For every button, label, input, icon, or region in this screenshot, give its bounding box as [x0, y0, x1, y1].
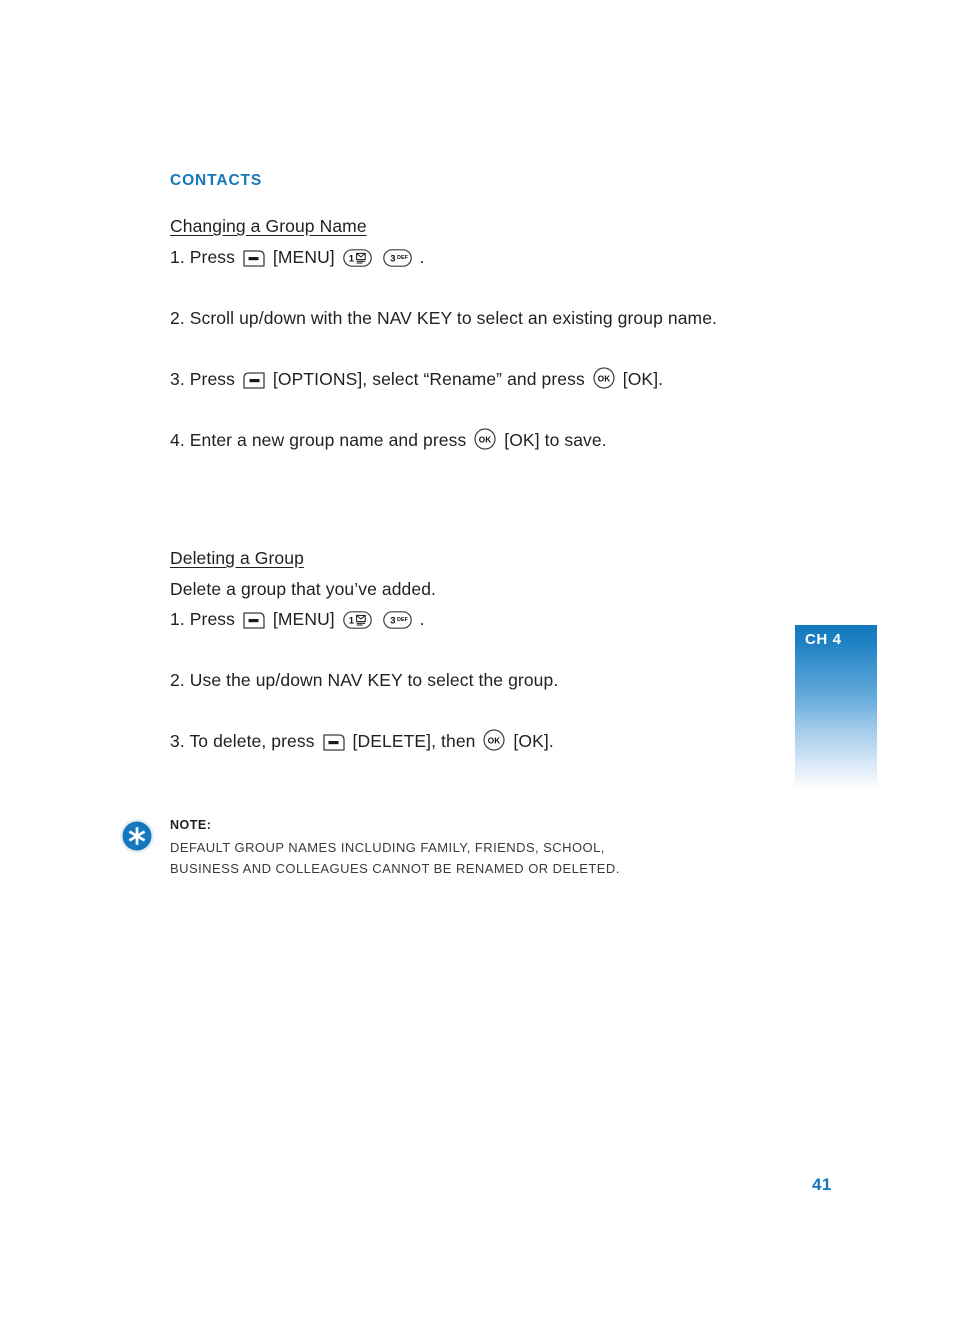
page-title: CONTACTS: [170, 172, 263, 189]
page-number: 41: [812, 1175, 832, 1194]
note-label: NOTE:: [170, 818, 212, 832]
softkey-left-icon: [322, 734, 345, 751]
keypad-1-voicemail-icon: 1: [342, 249, 372, 267]
svg-text:OK: OK: [488, 736, 500, 745]
svg-text:OK: OK: [479, 435, 491, 444]
keypad-1-voicemail-icon: 1: [342, 611, 372, 629]
svg-text:1: 1: [349, 616, 355, 627]
step-delete-step-3: 3. To delete, press [DELETE], then OK [O…: [170, 729, 554, 751]
svg-text:3: 3: [390, 254, 395, 265]
page-content: CONTACTS Changing a Group Name 1. Press […: [170, 172, 730, 756]
topics-list: Changing a Group Name 1. Press [MENU] 1 3…: [170, 216, 730, 756]
ok-key-icon: OK: [483, 729, 506, 751]
step-change-step-2: 2. Scroll up/down with the NAV KEY to se…: [170, 308, 718, 328]
chapter-tab: CH 4: [795, 625, 877, 790]
topic-section: Deleting a Group Delete a group that you’…: [170, 548, 730, 756]
note-text: DEFAULT GROUP NAMES INCLUDING FAMILY, FR…: [170, 840, 620, 876]
keypad-3-def-icon: 3 DEF: [382, 611, 412, 629]
step-delete-step-2: 2. Use the up/down NAV KEY to select the…: [170, 670, 559, 690]
topic-heading: Deleting a Group: [170, 548, 304, 568]
softkey-left-icon: [243, 250, 265, 267]
softkey-left-icon: [243, 612, 265, 629]
note-block: NOTE: DEFAULT GROUP NAMES INCLUDING FAMI…: [119, 818, 779, 879]
step-delete-step-1: 1. Press [MENU] 1 3 DEF .: [170, 609, 425, 629]
step-change-step-4: 4. Enter a new group name and press OK […: [170, 428, 607, 450]
svg-text:DEF: DEF: [397, 255, 409, 261]
ok-key-icon: OK: [593, 367, 615, 389]
step-change-step-3: 3. Press [OPTIONS], select “Rename” and …: [170, 367, 664, 389]
topic-heading: Changing a Group Name: [170, 216, 367, 236]
topic-intro: Delete a group that you’ve added.: [170, 579, 436, 599]
keypad-3-def-icon: 3 DEF: [382, 249, 412, 267]
step-change-step-1: 1. Press [MENU] 1 3 DEF .: [170, 247, 425, 267]
asterisk-badge-icon: [119, 818, 155, 854]
svg-text:OK: OK: [598, 374, 610, 383]
softkey-right-icon: [243, 372, 265, 389]
svg-text:1: 1: [349, 254, 355, 265]
svg-text:DEF: DEF: [397, 617, 409, 623]
topic-section: Changing a Group Name 1. Press [MENU] 1 3…: [170, 216, 730, 455]
ok-key-icon: OK: [474, 428, 496, 450]
svg-text:3: 3: [390, 616, 395, 627]
note-body: NOTE: DEFAULT GROUP NAMES INCLUDING FAMI…: [170, 818, 779, 879]
chapter-tab-label: CH 4: [805, 631, 842, 648]
